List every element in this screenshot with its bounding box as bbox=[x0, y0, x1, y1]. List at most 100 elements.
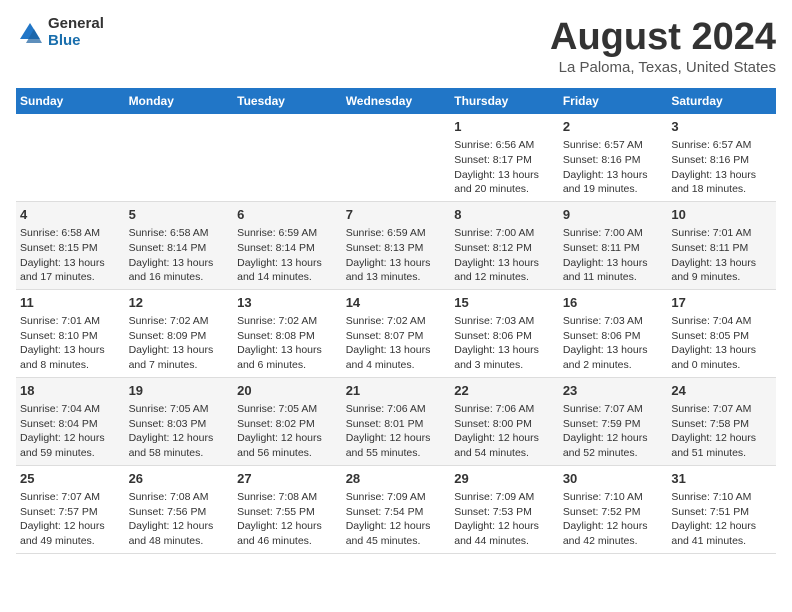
logo: General Blue bbox=[16, 16, 104, 49]
day-number: 8 bbox=[454, 206, 555, 224]
day-info: Sunrise: 7:03 AM Sunset: 8:06 PM Dayligh… bbox=[454, 314, 555, 373]
day-number: 11 bbox=[20, 294, 121, 312]
day-info: Sunrise: 7:00 AM Sunset: 8:12 PM Dayligh… bbox=[454, 226, 555, 285]
week-row-1: 1 Sunrise: 6:56 AM Sunset: 8:17 PM Daylig… bbox=[16, 114, 776, 201]
day-info: Sunrise: 7:08 AM Sunset: 7:55 PM Dayligh… bbox=[237, 490, 338, 549]
day-info: Sunrise: 7:04 AM Sunset: 8:05 PM Dayligh… bbox=[671, 314, 772, 373]
day-cell: 3Sunrise: 6:57 AM Sunset: 8:16 PM Daylig… bbox=[667, 114, 776, 201]
day-number: 13 bbox=[237, 294, 338, 312]
day-info: Sunrise: 7:09 AM Sunset: 7:53 PM Dayligh… bbox=[454, 490, 555, 549]
day-cell: 17 Sunrise: 7:04 AM Sunset: 8:05 PM Dayli… bbox=[667, 289, 776, 377]
day-cell: 23 Sunrise: 7:07 AM Sunset: 7:59 PM Dayli… bbox=[559, 377, 668, 465]
day-cell: 5 Sunrise: 6:58 AM Sunset: 8:14 PM Daylig… bbox=[125, 201, 234, 289]
day-cell: 4Sunrise: 6:58 AM Sunset: 8:15 PM Daylig… bbox=[16, 201, 125, 289]
day-info: Sunrise: 6:58 AM Sunset: 8:15 PM Dayligh… bbox=[20, 226, 121, 285]
day-info: Sunrise: 7:03 AM Sunset: 8:06 PM Dayligh… bbox=[563, 314, 664, 373]
day-cell: 19 Sunrise: 7:05 AM Sunset: 8:03 PM Dayli… bbox=[125, 377, 234, 465]
day-cell: 31Sunrise: 7:10 AM Sunset: 7:51 PM Dayli… bbox=[667, 465, 776, 553]
day-cell: 24 Sunrise: 7:07 AM Sunset: 7:58 PM Dayli… bbox=[667, 377, 776, 465]
header-friday: Friday bbox=[559, 88, 668, 114]
header-sunday: Sunday bbox=[16, 88, 125, 114]
day-info: Sunrise: 7:05 AM Sunset: 8:02 PM Dayligh… bbox=[237, 402, 338, 461]
day-number: 28 bbox=[346, 470, 447, 488]
day-number: 10 bbox=[671, 206, 772, 224]
week-row-5: 25 Sunrise: 7:07 AM Sunset: 7:57 PM Dayli… bbox=[16, 465, 776, 553]
day-info: Sunrise: 7:06 AM Sunset: 8:01 PM Dayligh… bbox=[346, 402, 447, 461]
day-cell: 26 Sunrise: 7:08 AM Sunset: 7:56 PM Dayli… bbox=[125, 465, 234, 553]
day-cell bbox=[233, 114, 342, 201]
header-thursday: Thursday bbox=[450, 88, 559, 114]
day-cell: 27 Sunrise: 7:08 AM Sunset: 7:55 PM Dayli… bbox=[233, 465, 342, 553]
day-info: Sunrise: 6:57 AM Sunset: 8:16 PM Dayligh… bbox=[563, 138, 664, 197]
day-cell: 6 Sunrise: 6:59 AM Sunset: 8:14 PM Daylig… bbox=[233, 201, 342, 289]
day-info: Sunrise: 7:04 AM Sunset: 8:04 PM Dayligh… bbox=[20, 402, 121, 461]
day-number: 3 bbox=[671, 118, 772, 136]
day-cell: 9 Sunrise: 7:00 AM Sunset: 8:11 PM Daylig… bbox=[559, 201, 668, 289]
day-cell: 16Sunrise: 7:03 AM Sunset: 8:06 PM Dayli… bbox=[559, 289, 668, 377]
day-number: 24 bbox=[671, 382, 772, 400]
day-info: Sunrise: 6:59 AM Sunset: 8:14 PM Dayligh… bbox=[237, 226, 338, 285]
day-number: 9 bbox=[563, 206, 664, 224]
day-number: 12 bbox=[129, 294, 230, 312]
day-info: Sunrise: 7:07 AM Sunset: 7:57 PM Dayligh… bbox=[20, 490, 121, 549]
day-number: 14 bbox=[346, 294, 447, 312]
day-number: 21 bbox=[346, 382, 447, 400]
header-row: SundayMondayTuesdayWednesdayThursdayFrid… bbox=[16, 88, 776, 114]
logo-blue: Blue bbox=[48, 33, 104, 50]
day-cell: 22Sunrise: 7:06 AM Sunset: 8:00 PM Dayli… bbox=[450, 377, 559, 465]
day-number: 17 bbox=[671, 294, 772, 312]
logo-general: General bbox=[48, 16, 104, 33]
day-cell: 7Sunrise: 6:59 AM Sunset: 8:13 PM Daylig… bbox=[342, 201, 451, 289]
logo-text: General Blue bbox=[48, 16, 104, 49]
day-cell: 21 Sunrise: 7:06 AM Sunset: 8:01 PM Dayli… bbox=[342, 377, 451, 465]
day-number: 31 bbox=[671, 470, 772, 488]
calendar-body: 1 Sunrise: 6:56 AM Sunset: 8:17 PM Daylig… bbox=[16, 114, 776, 553]
day-info: Sunrise: 6:59 AM Sunset: 8:13 PM Dayligh… bbox=[346, 226, 447, 285]
day-number: 27 bbox=[237, 470, 338, 488]
day-cell: 1 Sunrise: 6:56 AM Sunset: 8:17 PM Daylig… bbox=[450, 114, 559, 201]
calendar-subtitle: La Paloma, Texas, United States bbox=[550, 59, 776, 76]
day-number: 25 bbox=[20, 470, 121, 488]
day-info: Sunrise: 7:05 AM Sunset: 8:03 PM Dayligh… bbox=[129, 402, 230, 461]
calendar-title: August 2024 bbox=[550, 16, 776, 59]
day-cell: 2Sunrise: 6:57 AM Sunset: 8:16 PM Daylig… bbox=[559, 114, 668, 201]
day-info: Sunrise: 7:10 AM Sunset: 7:52 PM Dayligh… bbox=[563, 490, 664, 549]
day-number: 5 bbox=[129, 206, 230, 224]
day-info: Sunrise: 7:07 AM Sunset: 7:58 PM Dayligh… bbox=[671, 402, 772, 461]
day-cell bbox=[342, 114, 451, 201]
day-number: 19 bbox=[129, 382, 230, 400]
day-info: Sunrise: 7:02 AM Sunset: 8:09 PM Dayligh… bbox=[129, 314, 230, 373]
day-cell: 12 Sunrise: 7:02 AM Sunset: 8:09 PM Dayli… bbox=[125, 289, 234, 377]
day-number: 6 bbox=[237, 206, 338, 224]
day-number: 29 bbox=[454, 470, 555, 488]
day-cell: 28 Sunrise: 7:09 AM Sunset: 7:54 PM Dayli… bbox=[342, 465, 451, 553]
day-info: Sunrise: 6:58 AM Sunset: 8:14 PM Dayligh… bbox=[129, 226, 230, 285]
day-number: 15 bbox=[454, 294, 555, 312]
week-row-4: 18Sunrise: 7:04 AM Sunset: 8:04 PM Dayli… bbox=[16, 377, 776, 465]
day-cell: 30 Sunrise: 7:10 AM Sunset: 7:52 PM Dayli… bbox=[559, 465, 668, 553]
day-cell: 13Sunrise: 7:02 AM Sunset: 8:08 PM Dayli… bbox=[233, 289, 342, 377]
day-info: Sunrise: 7:09 AM Sunset: 7:54 PM Dayligh… bbox=[346, 490, 447, 549]
day-cell: 25 Sunrise: 7:07 AM Sunset: 7:57 PM Dayli… bbox=[16, 465, 125, 553]
day-number: 30 bbox=[563, 470, 664, 488]
header-wednesday: Wednesday bbox=[342, 88, 451, 114]
header-monday: Monday bbox=[125, 88, 234, 114]
day-info: Sunrise: 7:07 AM Sunset: 7:59 PM Dayligh… bbox=[563, 402, 664, 461]
day-number: 26 bbox=[129, 470, 230, 488]
day-info: Sunrise: 7:08 AM Sunset: 7:56 PM Dayligh… bbox=[129, 490, 230, 549]
logo-icon bbox=[16, 19, 44, 47]
header-tuesday: Tuesday bbox=[233, 88, 342, 114]
day-info: Sunrise: 7:00 AM Sunset: 8:11 PM Dayligh… bbox=[563, 226, 664, 285]
day-cell: 20 Sunrise: 7:05 AM Sunset: 8:02 PM Dayli… bbox=[233, 377, 342, 465]
day-cell: 14Sunrise: 7:02 AM Sunset: 8:07 PM Dayli… bbox=[342, 289, 451, 377]
day-cell: 29 Sunrise: 7:09 AM Sunset: 7:53 PM Dayli… bbox=[450, 465, 559, 553]
day-info: Sunrise: 7:01 AM Sunset: 8:10 PM Dayligh… bbox=[20, 314, 121, 373]
day-info: Sunrise: 6:56 AM Sunset: 8:17 PM Dayligh… bbox=[454, 138, 555, 197]
day-number: 20 bbox=[237, 382, 338, 400]
title-block: August 2024 La Paloma, Texas, United Sta… bbox=[550, 16, 776, 76]
day-info: Sunrise: 7:06 AM Sunset: 8:00 PM Dayligh… bbox=[454, 402, 555, 461]
day-number: 1 bbox=[454, 118, 555, 136]
day-cell: 15 Sunrise: 7:03 AM Sunset: 8:06 PM Dayli… bbox=[450, 289, 559, 377]
page-header: General Blue August 2024 La Paloma, Texa… bbox=[16, 16, 776, 76]
day-number: 23 bbox=[563, 382, 664, 400]
